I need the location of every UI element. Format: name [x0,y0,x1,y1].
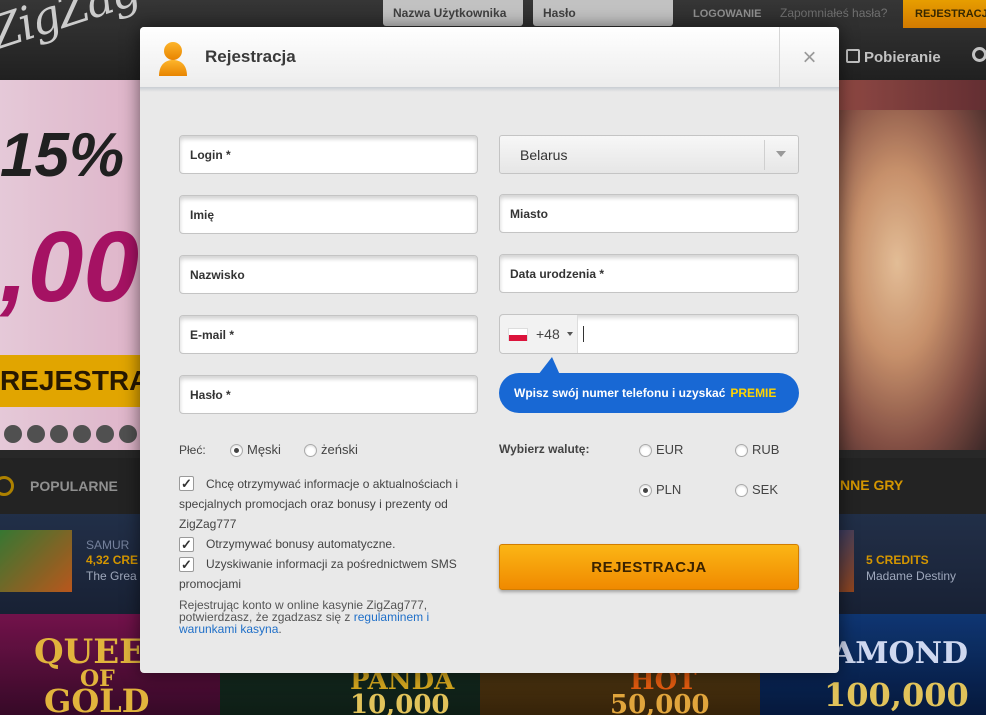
currency-label: Wybierz walutę: [499,442,590,456]
close-icon: × [802,44,817,71]
close-button[interactable]: × [779,27,839,89]
phone-field[interactable]: +48 [499,314,799,354]
terms-text: Rejestrując konto w online kasynie ZigZa… [179,599,449,635]
sms-checkbox-label: promocjami [179,577,242,591]
currency-rub-label[interactable]: RUB [752,442,779,457]
text-cursor [583,326,584,342]
gender-female-label[interactable]: żeński [321,442,358,457]
password-field[interactable] [179,375,478,414]
user-icon [159,42,187,76]
email-field[interactable] [179,315,478,354]
news-checkbox-label: Chcę otrzymywać informacje o aktualności… [206,477,459,491]
register-submit-button[interactable]: REJESTRACJA [499,544,799,590]
sms-checkbox[interactable]: ✓ [179,557,194,572]
first-name-field[interactable] [179,195,478,234]
header-divider [140,87,839,92]
currency-eur-label[interactable]: EUR [656,442,683,457]
poland-flag-icon [508,328,528,341]
phone-hint-bubble: Wpisz swój numer telefonu i uzyskać PREMI… [499,373,799,413]
registration-modal: Rejestracja × Belarus +48 W [140,27,839,673]
chevron-down-icon[interactable] [776,151,786,157]
phone-input[interactable] [582,315,796,353]
currency-sek-label[interactable]: SEK [752,482,778,497]
gender-male-radio[interactable] [230,444,243,457]
last-name-input[interactable] [180,256,477,293]
gender-female-radio[interactable] [304,444,317,457]
modal-title: Rejestracja [205,47,296,66]
birth-date-field[interactable] [499,254,799,293]
phone-hint-text: Wpisz swój numer telefonu i uzyskać [514,386,726,400]
select-divider [764,140,765,170]
news-checkbox[interactable]: ✓ [179,476,194,491]
caret-down-icon [567,332,573,336]
login-field[interactable] [179,135,478,174]
city-input[interactable] [500,195,798,232]
auto-bonus-checkbox[interactable]: ✓ [179,537,194,552]
currency-rub-radio[interactable] [735,444,748,457]
login-input[interactable] [180,136,477,173]
currency-pln-radio[interactable] [639,484,652,497]
auto-bonus-label: Otrzymywać bonusy automatyczne. [206,537,396,551]
first-name-input[interactable] [180,196,477,233]
email-input[interactable] [180,316,477,353]
country-value: Belarus [520,147,568,163]
phone-hint-highlight: PREMIE [730,386,777,400]
gender-label: Płeć: [179,443,206,457]
city-field[interactable] [499,194,799,233]
terms-end: . [278,622,282,636]
currency-eur-radio[interactable] [639,444,652,457]
news-checkbox-label: specjalnych promocjach oraz bonusy i pre… [179,497,448,511]
last-name-field[interactable] [179,255,478,294]
gender-male-label[interactable]: Męski [247,442,281,457]
sms-checkbox-label: Uzyskiwanie informacji za pośrednictwem … [206,557,457,571]
country-select[interactable]: Belarus [499,135,799,174]
phone-country-dropdown[interactable]: +48 [500,315,578,353]
password-input[interactable] [180,376,477,413]
modal-header: Rejestracja × [140,27,839,89]
currency-pln-label[interactable]: PLN [656,482,681,497]
currency-sek-radio[interactable] [735,484,748,497]
phone-code: +48 [536,326,560,342]
news-checkbox-label: ZigZag777 [179,517,237,531]
birth-date-input[interactable] [500,255,798,292]
